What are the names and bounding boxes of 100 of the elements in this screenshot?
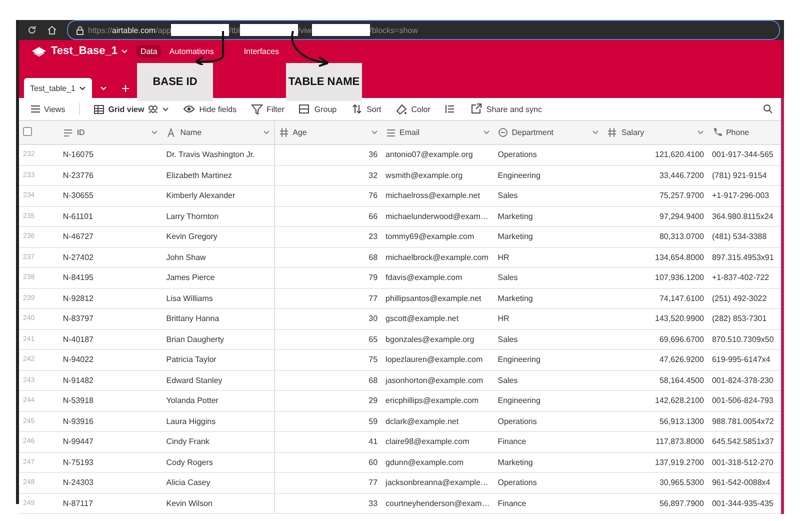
table-cell: 80,313.0700	[603, 226, 708, 247]
reload-icon[interactable]	[27, 25, 37, 35]
table-cell: 001-917-344-565	[708, 144, 781, 165]
table-cell: gscott@example.net	[382, 308, 494, 329]
table-cell: N-99447	[58, 432, 162, 452]
logo-icon[interactable]	[31, 45, 47, 57]
table-cell: wsmith@example.org	[382, 165, 494, 186]
table-cell: phillipsantos@example.net	[382, 288, 494, 308]
row-height-icon[interactable]	[444, 103, 456, 115]
table-cell: Operations	[494, 472, 604, 493]
column-header[interactable]: Name	[180, 128, 202, 137]
nav-tab[interactable]: Automations	[165, 45, 218, 58]
table-cell: 36	[274, 144, 382, 165]
chevron-icon	[592, 130, 600, 135]
table-cell: 56,897.7900	[603, 493, 708, 514]
table-cell: Brian Daugherty	[162, 329, 274, 350]
table-cell: courtneyhenderson@exam…	[382, 493, 494, 514]
view-selector[interactable]: Grid view	[94, 104, 170, 114]
annotation-label: BASE ID	[137, 63, 213, 101]
table-cell: 68	[274, 247, 382, 268]
toolbar-button[interactable]: Group	[298, 103, 337, 115]
table-cell: N-93916	[58, 411, 162, 432]
toolbar-button[interactable]: Share and sync	[470, 103, 542, 115]
table-cell: 121,620.4100	[603, 144, 708, 165]
toolbar-button[interactable]: Sort	[350, 103, 382, 115]
base-name[interactable]: Test_Base_1	[51, 45, 128, 57]
table-cell: 30,965.5300	[603, 472, 708, 493]
nav-tab[interactable]: Interfaces	[240, 45, 283, 58]
toolbar-button[interactable]: Color	[395, 103, 430, 115]
checkbox[interactable]	[23, 127, 32, 136]
column-header[interactable]: Age	[292, 128, 307, 137]
views-button[interactable]: Views	[31, 104, 66, 114]
table-cell: N-24303	[58, 472, 162, 493]
redacted-block	[171, 24, 230, 36]
column-header[interactable]: Department	[512, 128, 554, 137]
redacted-block	[312, 24, 370, 36]
table-cell: +1-917-296-003	[708, 186, 781, 206]
table-cell: Engineering	[494, 350, 604, 370]
table-cell: 69,696.6700	[603, 329, 708, 350]
annotation-label: TABLE NAME	[286, 63, 362, 101]
url-text: airtable.com	[112, 26, 156, 34]
table-cell: 76	[274, 186, 382, 206]
table-cell: michaelross@example.net	[382, 186, 494, 206]
table-cell: Laura Higgins	[162, 411, 274, 432]
table-cell: 56,913.1300	[603, 411, 708, 432]
table-cell: 65	[274, 329, 382, 350]
table-cell: 961-542-0088x4	[708, 472, 781, 493]
table-cell: (781) 921-9154	[708, 165, 781, 186]
column-header[interactable]: ID	[76, 128, 85, 137]
table-cell: 32	[274, 165, 382, 186]
table-cell: Sales	[494, 329, 604, 350]
table-cell: 41	[274, 432, 382, 452]
table-cell: 137,919.2700	[603, 452, 708, 472]
eye-icon	[183, 103, 196, 115]
table-cell: 001-506-824-793	[708, 390, 781, 411]
table-cell: Sales	[494, 370, 604, 390]
table-cell: N-46727	[58, 226, 162, 247]
nav-tab[interactable]: Data	[136, 45, 162, 58]
url-text: https://	[88, 26, 112, 34]
chevron-icon	[79, 86, 86, 90]
table-cell: jacksonbreanna@example…	[382, 472, 494, 493]
sort-icon	[350, 103, 363, 115]
table-cell: 68	[274, 370, 382, 390]
table-cell: 33	[274, 493, 382, 514]
column-header[interactable]: Email	[400, 128, 420, 137]
table-cell: John Shaw	[162, 247, 274, 268]
table-cell: 645.542.5851x37	[708, 432, 781, 452]
table-tab[interactable]: Test_table_1	[24, 78, 92, 98]
toolbar-button[interactable]: Hide fields	[183, 103, 237, 115]
table-cell: fdavis@example.com	[382, 268, 494, 288]
toolbar-button[interactable]: Filter	[250, 103, 284, 115]
field-type-icon	[498, 127, 508, 138]
table-cell: ericphillips@example.com	[382, 390, 494, 411]
table-cell: N-87117	[58, 493, 162, 514]
table-cell: N-27402	[58, 247, 162, 268]
table-cell: Cindy Frank	[162, 432, 274, 452]
home-icon[interactable]	[47, 25, 57, 35]
search-icon[interactable]	[763, 104, 773, 114]
table-cell: 001-344-935-435	[708, 493, 781, 514]
column-header[interactable]: Salary	[621, 128, 644, 137]
table-cell: dclark@example.net	[382, 411, 494, 432]
field-type-icon	[712, 127, 722, 138]
table-cell: 619-995-6147x4	[708, 350, 781, 370]
table-cell: 75,257.9700	[603, 186, 708, 206]
table-cell: 143,520.9900	[603, 308, 708, 329]
table-cell: (481) 534-3388	[708, 226, 781, 247]
table-cell: claire98@example.com	[382, 432, 494, 452]
table-cell: michaelbrock@example.com	[382, 247, 494, 268]
grid-icon	[94, 104, 104, 114]
table-cell: jasonhorton@example.com	[382, 370, 494, 390]
table-cell: Marketing	[494, 206, 604, 226]
column-header[interactable]: Phone	[726, 128, 750, 137]
table-cell: gdunn@example.com	[382, 452, 494, 472]
table-cell: 134,654.8000	[603, 247, 708, 268]
table-cell: Engineering	[494, 165, 604, 186]
field-type-icon	[278, 127, 289, 138]
table-cell: N-84195	[58, 268, 162, 288]
add-icon[interactable]	[121, 84, 130, 92]
table-cell: N-75193	[58, 452, 162, 472]
url-text: /tbl	[229, 26, 240, 34]
